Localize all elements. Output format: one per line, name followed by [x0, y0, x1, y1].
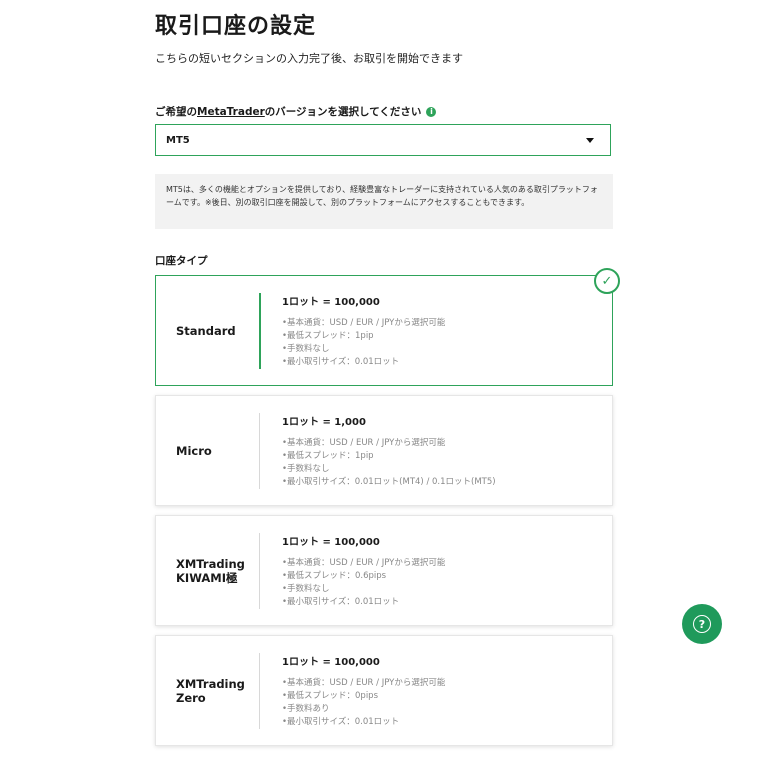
- platform-description: MT5は、多くの機能とオプションを提供しており、経験豊富なトレーダーに支持されて…: [155, 174, 613, 229]
- account-card-features: •基本通貨：USD / EUR / JPYから選択可能 •最低スプレッド：0.6…: [282, 557, 445, 609]
- account-card-features: •基本通貨：USD / EUR / JPYから選択可能 •最低スプレッド：1pi…: [282, 317, 445, 369]
- account-card-name: Standard: [176, 323, 236, 338]
- account-card-name: Micro: [176, 443, 212, 458]
- account-card-micro[interactable]: Micro 1ロット = 1,000 •基本通貨：USD / EUR / JPY…: [155, 395, 613, 506]
- account-card-lot: 1ロット = 1,000: [282, 417, 366, 428]
- platform-select[interactable]: MT5: [155, 124, 611, 156]
- account-card-name: XMTrading Zero: [176, 676, 245, 705]
- feature-item: •手数料なし: [282, 584, 330, 594]
- help-button[interactable]: ?: [682, 604, 722, 644]
- feature-item: •基本通貨：USD / EUR / JPYから選択可能: [282, 438, 446, 448]
- account-card-kiwami[interactable]: XMTrading KIWAMI極 1ロット = 100,000 •基本通貨：U…: [155, 515, 613, 626]
- account-card-features: •基本通貨：USD / EUR / JPYから選択可能 •最低スプレッド：0pi…: [282, 677, 445, 729]
- feature-item: •手数料なし: [282, 344, 330, 354]
- metatrader-link[interactable]: MetaTrader: [197, 106, 265, 118]
- account-card-lot: 1ロット = 100,000: [282, 537, 380, 548]
- page-subtitle: こちらの短いセクションの入力完了後、お取引を開始できます: [155, 52, 463, 65]
- card-divider: [259, 653, 260, 729]
- feature-item: •最低スプレッド：0.6pips: [282, 571, 387, 581]
- feature-item: •最小取引サイズ：0.01ロット(MT4) / 0.1ロット(MT5): [282, 477, 496, 487]
- feature-item: •手数料なし: [282, 464, 330, 474]
- account-card-name: XMTrading KIWAMI極: [176, 556, 245, 585]
- feature-item: •最低スプレッド：1pip: [282, 331, 374, 341]
- feature-item: •最低スプレッド：1pip: [282, 451, 374, 461]
- account-card-zero[interactable]: XMTrading Zero 1ロット = 100,000 •基本通貨：USD …: [155, 635, 613, 746]
- account-card-lot: 1ロット = 100,000: [282, 297, 380, 308]
- checkmark-icon: ✓: [594, 268, 620, 294]
- feature-item: •最小取引サイズ：0.01ロット: [282, 597, 400, 607]
- account-card-features: •基本通貨：USD / EUR / JPYから選択可能 •最低スプレッド：1pi…: [282, 437, 496, 489]
- account-type-label: 口座タイプ: [155, 255, 208, 267]
- account-card-lot: 1ロット = 100,000: [282, 657, 380, 668]
- page-title: 取引口座の設定: [155, 14, 317, 39]
- chevron-down-icon: [586, 137, 594, 143]
- platform-label-prefix: ご希望の: [155, 106, 197, 118]
- feature-item: •基本通貨：USD / EUR / JPYから選択可能: [282, 318, 446, 328]
- feature-item: •基本通貨：USD / EUR / JPYから選択可能: [282, 558, 446, 568]
- info-icon[interactable]: i: [426, 106, 437, 117]
- account-card-standard[interactable]: Standard 1ロット = 100,000 •基本通貨：USD / EUR …: [155, 275, 613, 386]
- question-icon: ?: [693, 615, 711, 633]
- feature-item: •最小取引サイズ：0.01ロット: [282, 357, 400, 367]
- platform-label-suffix: のバージョンを選択してください: [264, 106, 422, 118]
- feature-item: •最低スプレッド：0pips: [282, 691, 379, 701]
- card-divider: [259, 413, 260, 489]
- platform-select-value: MT5: [166, 134, 190, 146]
- card-divider: [259, 293, 261, 369]
- feature-item: •最小取引サイズ：0.01ロット: [282, 717, 400, 727]
- feature-item: •手数料あり: [282, 704, 330, 714]
- card-divider: [259, 533, 260, 609]
- platform-label: ご希望の MetaTrader のバージョンを選択してください i: [155, 104, 437, 119]
- feature-item: •基本通貨：USD / EUR / JPYから選択可能: [282, 678, 446, 688]
